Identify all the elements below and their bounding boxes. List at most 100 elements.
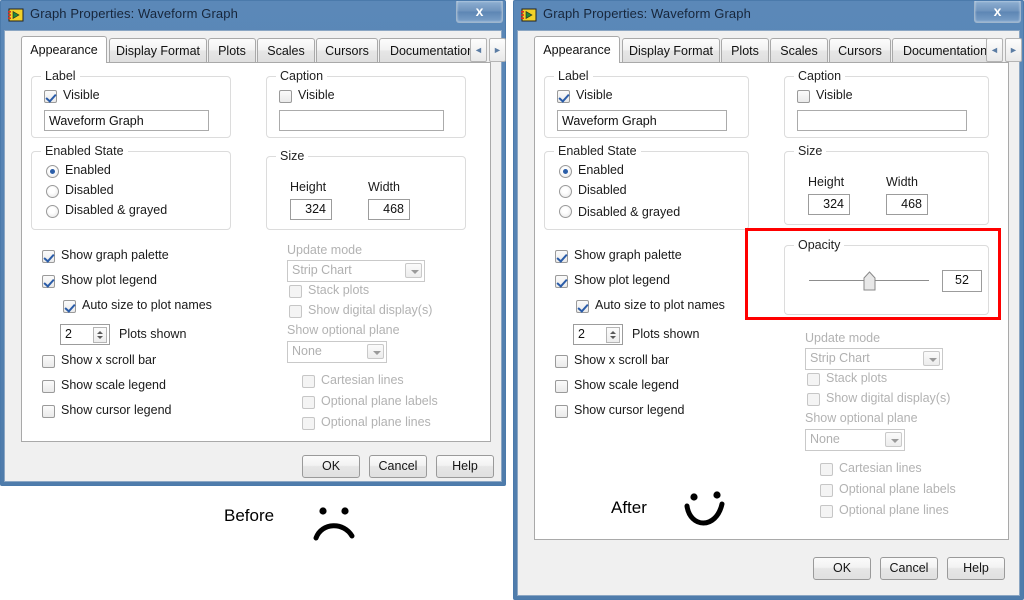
caption-visible-checkbox[interactable] xyxy=(797,90,810,103)
close-icon[interactable]: x xyxy=(456,1,503,23)
size-height-label: Height xyxy=(808,175,845,189)
show-scale-legend-checkbox[interactable] xyxy=(42,380,55,393)
cancel-button[interactable]: Cancel xyxy=(880,557,938,580)
show-plot-legend-label: Show plot legend xyxy=(574,273,670,287)
opacity-slider-thumb[interactable] xyxy=(863,271,876,291)
cartesian-lines-checkbox[interactable] xyxy=(820,463,833,476)
after-annotation-label: After xyxy=(611,498,647,517)
radio-enabled-label: Enabled xyxy=(65,163,111,177)
size-height-input[interactable]: 324 xyxy=(290,199,332,220)
tab-scroll-left-icon[interactable]: ◄ xyxy=(986,38,1003,62)
show-cursor-legend-checkbox[interactable] xyxy=(42,405,55,418)
optional-plane-lines-label: Optional plane lines xyxy=(321,415,431,429)
label-visible-checkbox[interactable] xyxy=(557,90,570,103)
caption-visible-text: Visible xyxy=(298,88,335,102)
size-width-input[interactable]: 468 xyxy=(368,199,410,220)
optional-plane-select[interactable]: None xyxy=(805,429,905,451)
tab-appearance[interactable]: Appearance xyxy=(534,36,620,63)
titlebar[interactable]: Graph Properties: Waveform Graph x xyxy=(513,0,1024,29)
tab-strip: Appearance Display Format Plots Scales C… xyxy=(534,36,1022,63)
radio-disabled[interactable] xyxy=(46,185,59,198)
size-width-input[interactable]: 468 xyxy=(886,194,928,215)
tab-cursors[interactable]: Cursors xyxy=(829,38,891,63)
tab-cursors[interactable]: Cursors xyxy=(316,38,378,63)
close-icon[interactable]: x xyxy=(974,1,1021,23)
show-plot-legend-checkbox[interactable] xyxy=(42,275,55,288)
help-button[interactable]: Help xyxy=(436,455,494,478)
update-mode-select[interactable]: Strip Chart xyxy=(287,260,425,282)
chevron-down-icon[interactable] xyxy=(885,432,902,447)
caption-text-input[interactable] xyxy=(279,110,444,131)
chevron-down-icon[interactable] xyxy=(923,351,940,366)
show-cursor-legend-checkbox[interactable] xyxy=(555,405,568,418)
tab-appearance[interactable]: Appearance xyxy=(21,36,107,63)
show-x-scroll-bar-checkbox[interactable] xyxy=(555,355,568,368)
tab-scroll-left-icon[interactable]: ◄ xyxy=(470,38,487,62)
radio-disabled-grayed[interactable] xyxy=(559,205,572,218)
tab-display-format[interactable]: Display Format xyxy=(622,38,720,63)
optional-plane-lines-checkbox[interactable] xyxy=(302,417,315,430)
plots-shown-stepper[interactable]: 2 xyxy=(60,324,110,345)
opacity-value-input[interactable]: 52 xyxy=(942,270,982,292)
show-digital-displays-checkbox[interactable] xyxy=(807,393,820,406)
tab-scroll-right-icon[interactable]: ► xyxy=(1005,38,1022,62)
spinner-arrows-icon[interactable] xyxy=(93,327,107,343)
label-group: Label Visible Waveform Graph xyxy=(544,69,749,138)
tab-scroll-right-icon[interactable]: ► xyxy=(489,38,506,62)
show-graph-palette-checkbox[interactable] xyxy=(42,250,55,263)
stack-plots-checkbox[interactable] xyxy=(807,373,820,386)
show-optional-plane-label: Show optional plane xyxy=(805,411,918,425)
tab-plots[interactable]: Plots xyxy=(208,38,256,63)
tab-display-format[interactable]: Display Format xyxy=(109,38,207,63)
chevron-down-icon[interactable] xyxy=(367,344,384,359)
optional-plane-value: None xyxy=(810,432,840,446)
show-cursor-legend-label: Show cursor legend xyxy=(61,403,172,417)
tab-documentation[interactable]: Documentation xyxy=(892,38,998,63)
plots-shown-stepper[interactable]: 2 xyxy=(573,324,623,345)
happy-face-icon xyxy=(684,491,725,526)
show-scale-legend-checkbox[interactable] xyxy=(555,380,568,393)
show-plot-legend-checkbox[interactable] xyxy=(555,275,568,288)
ok-button[interactable]: OK xyxy=(302,455,360,478)
radio-enabled[interactable] xyxy=(559,165,572,178)
optional-plane-labels-checkbox[interactable] xyxy=(302,396,315,409)
optional-plane-labels-checkbox[interactable] xyxy=(820,484,833,497)
radio-disabled-grayed[interactable] xyxy=(46,205,59,218)
radio-disabled[interactable] xyxy=(559,185,572,198)
tab-scales[interactable]: Scales xyxy=(770,38,828,63)
show-x-scroll-bar-checkbox[interactable] xyxy=(42,355,55,368)
show-digital-displays-checkbox[interactable] xyxy=(289,305,302,318)
radio-enabled[interactable] xyxy=(46,165,59,178)
label-text-input[interactable]: Waveform Graph xyxy=(557,110,727,131)
tab-plots[interactable]: Plots xyxy=(721,38,769,63)
cancel-button[interactable]: Cancel xyxy=(369,455,427,478)
show-graph-palette-checkbox[interactable] xyxy=(555,250,568,263)
size-group-title: Size xyxy=(276,149,309,163)
caption-text-input[interactable] xyxy=(797,110,967,131)
label-visible-checkbox[interactable] xyxy=(44,90,57,103)
caption-visible-checkbox[interactable] xyxy=(279,90,292,103)
auto-size-plot-names-checkbox[interactable] xyxy=(63,300,76,313)
tab-scales[interactable]: Scales xyxy=(257,38,315,63)
help-button[interactable]: Help xyxy=(947,557,1005,580)
optional-plane-select[interactable]: None xyxy=(287,341,387,363)
ok-button[interactable]: OK xyxy=(813,557,871,580)
stack-plots-checkbox[interactable] xyxy=(289,285,302,298)
update-mode-select[interactable]: Strip Chart xyxy=(805,348,943,370)
label-group: Label Visible Waveform Graph xyxy=(31,69,231,138)
show-x-scroll-bar-label: Show x scroll bar xyxy=(574,353,670,367)
auto-size-plot-names-label: Auto size to plot names xyxy=(595,298,725,312)
auto-size-plot-names-checkbox[interactable] xyxy=(576,300,589,313)
radio-disabled-grayed-label: Disabled & grayed xyxy=(578,205,681,219)
opacity-group: Opacity 52 xyxy=(784,238,989,315)
label-text-input[interactable]: Waveform Graph xyxy=(44,110,209,131)
stack-plots-label: Stack plots xyxy=(308,283,370,297)
chevron-down-icon[interactable] xyxy=(405,263,422,278)
spinner-arrows-icon[interactable] xyxy=(606,327,620,343)
cartesian-lines-checkbox[interactable] xyxy=(302,375,315,388)
size-height-input[interactable]: 324 xyxy=(808,194,850,215)
optional-plane-lines-checkbox[interactable] xyxy=(820,505,833,518)
labview-icon xyxy=(8,8,24,22)
auto-size-plot-names-label: Auto size to plot names xyxy=(82,298,212,312)
titlebar[interactable]: Graph Properties: Waveform Graph x xyxy=(0,0,506,29)
